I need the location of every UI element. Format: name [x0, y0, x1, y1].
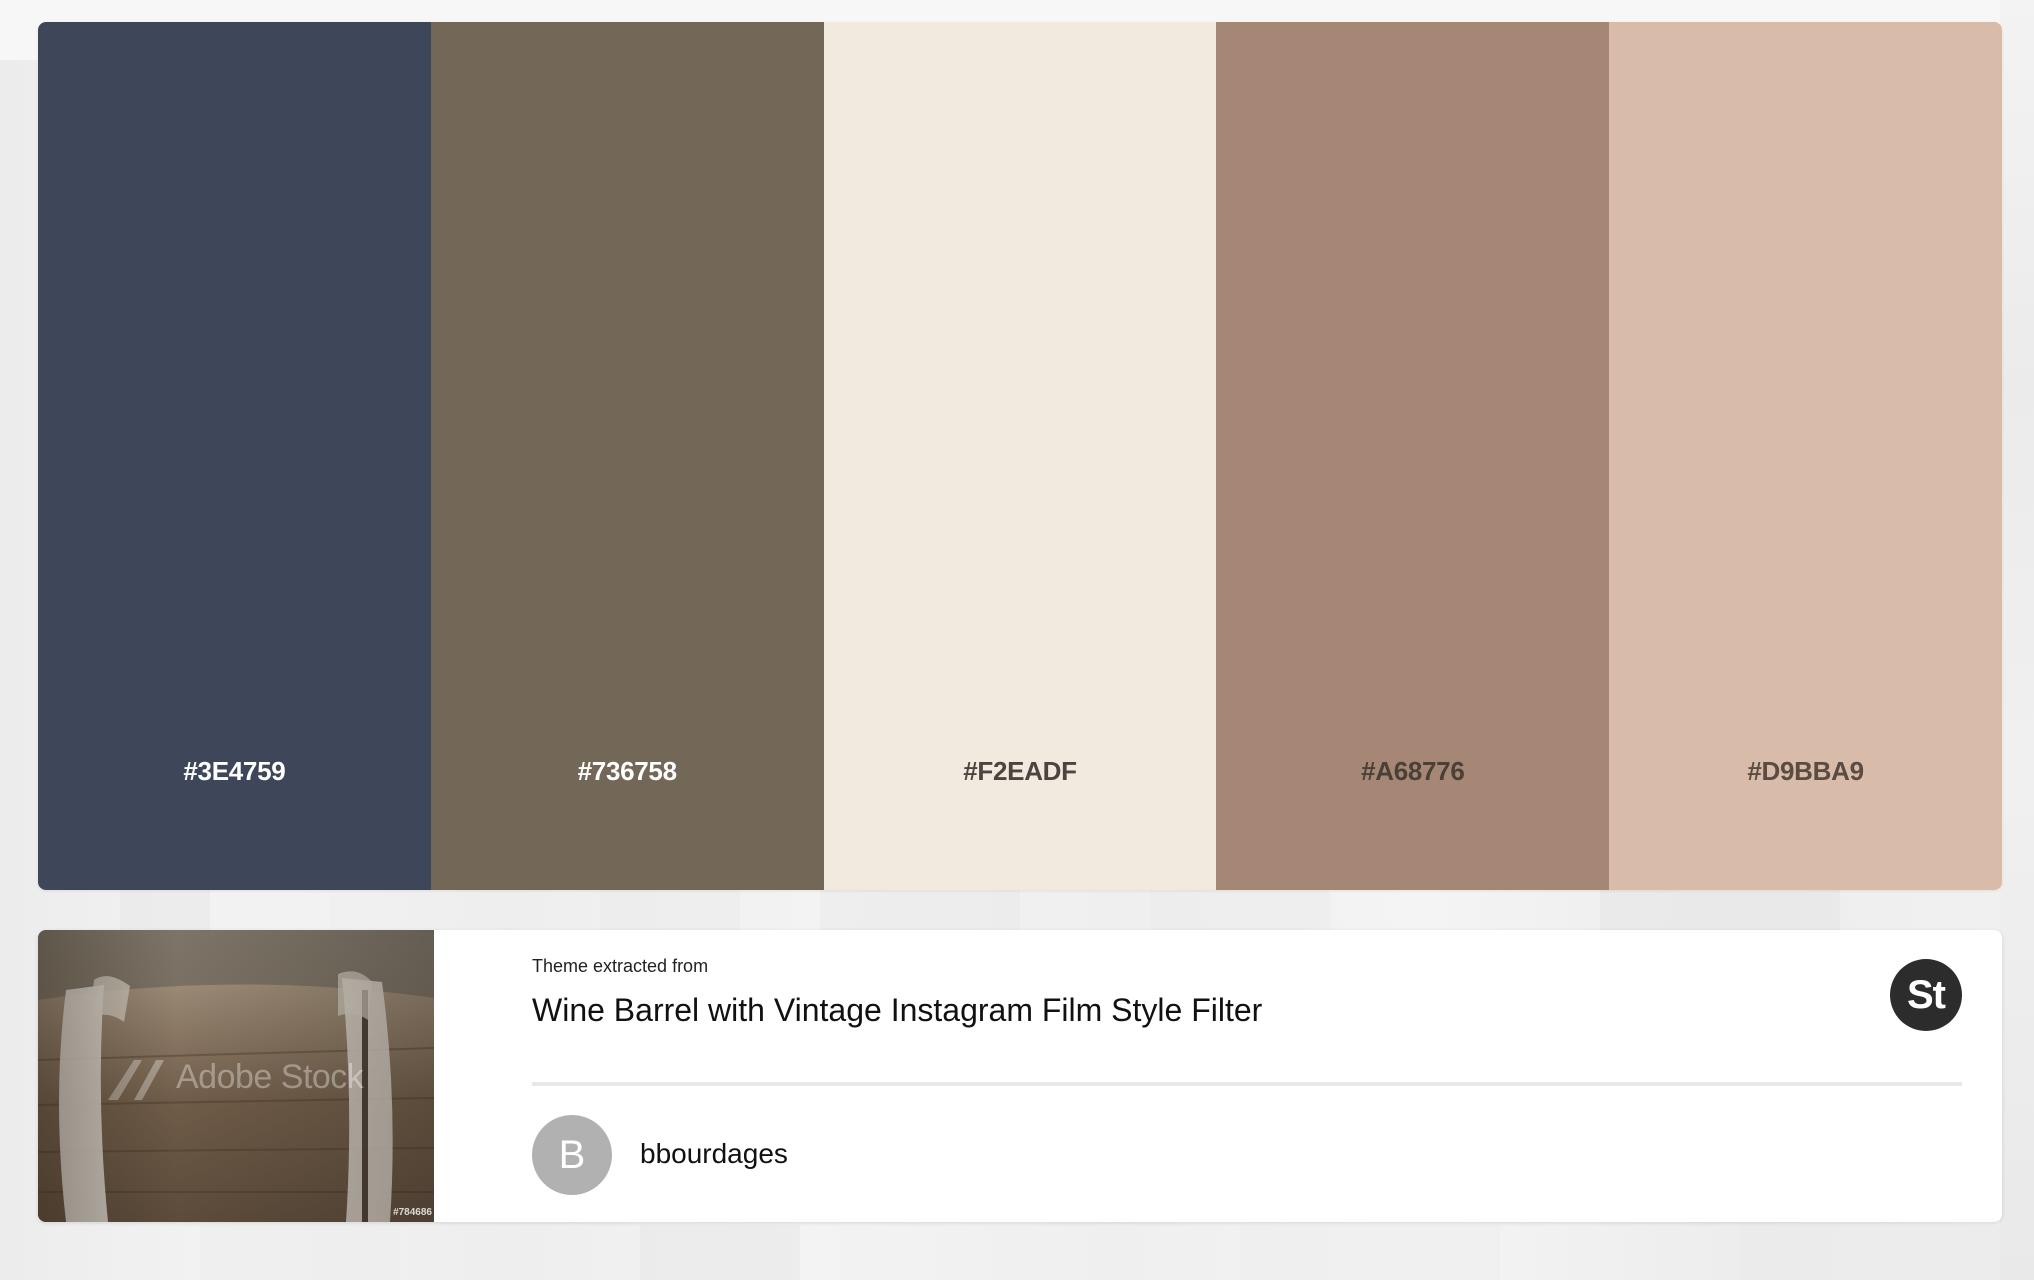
extracted-from-label: Theme extracted from [532, 956, 709, 976]
background-tile [1600, 890, 1840, 930]
background-tile [1740, 1225, 2000, 1280]
swatch-hex-label[interactable]: #F2EADF [824, 756, 1217, 787]
background-tile [600, 890, 740, 930]
color-swatch-4[interactable]: #A68776 [1216, 22, 1610, 890]
background-tile [640, 1225, 800, 1280]
background-tile [1150, 890, 1330, 930]
background-tile [1240, 1225, 1500, 1280]
background-tile [200, 1225, 400, 1280]
source-image-title[interactable]: Wine Barrel with Vintage Instagram Film … [532, 992, 1262, 1029]
author-username[interactable]: bbourdages [640, 1138, 788, 1170]
card-divider [532, 1082, 1962, 1086]
color-swatch-5[interactable]: #D9BBA9 [1609, 22, 2002, 890]
swatch-hex-label[interactable]: #736758 [431, 756, 824, 787]
thumbnail-id: #784686 [393, 1207, 432, 1218]
theme-source-card: Adobe Stock #784686 Theme extracted from… [38, 930, 2002, 1222]
color-swatch-1[interactable]: #3E4759 [38, 22, 431, 890]
color-swatch-2[interactable]: #736758 [430, 22, 824, 890]
avatar[interactable]: B [532, 1115, 612, 1195]
source-thumbnail[interactable]: Adobe Stock #784686 [38, 930, 434, 1222]
swatch-hex-label[interactable]: #A68776 [1216, 756, 1609, 787]
color-palette: #3E4759 #736758 #F2EADF #A68776 #D9BBA9 [38, 22, 2002, 890]
swatch-hex-label[interactable]: #3E4759 [38, 756, 431, 787]
background-edge [2000, 0, 2034, 1280]
adobe-stock-icon[interactable]: St [1890, 959, 1962, 1031]
swatch-hex-label[interactable]: #D9BBA9 [1609, 756, 2002, 787]
color-swatch-3[interactable]: #F2EADF [823, 22, 1217, 890]
thumbnail-watermark: Adobe Stock [176, 1058, 364, 1096]
background-tile [820, 890, 1020, 930]
